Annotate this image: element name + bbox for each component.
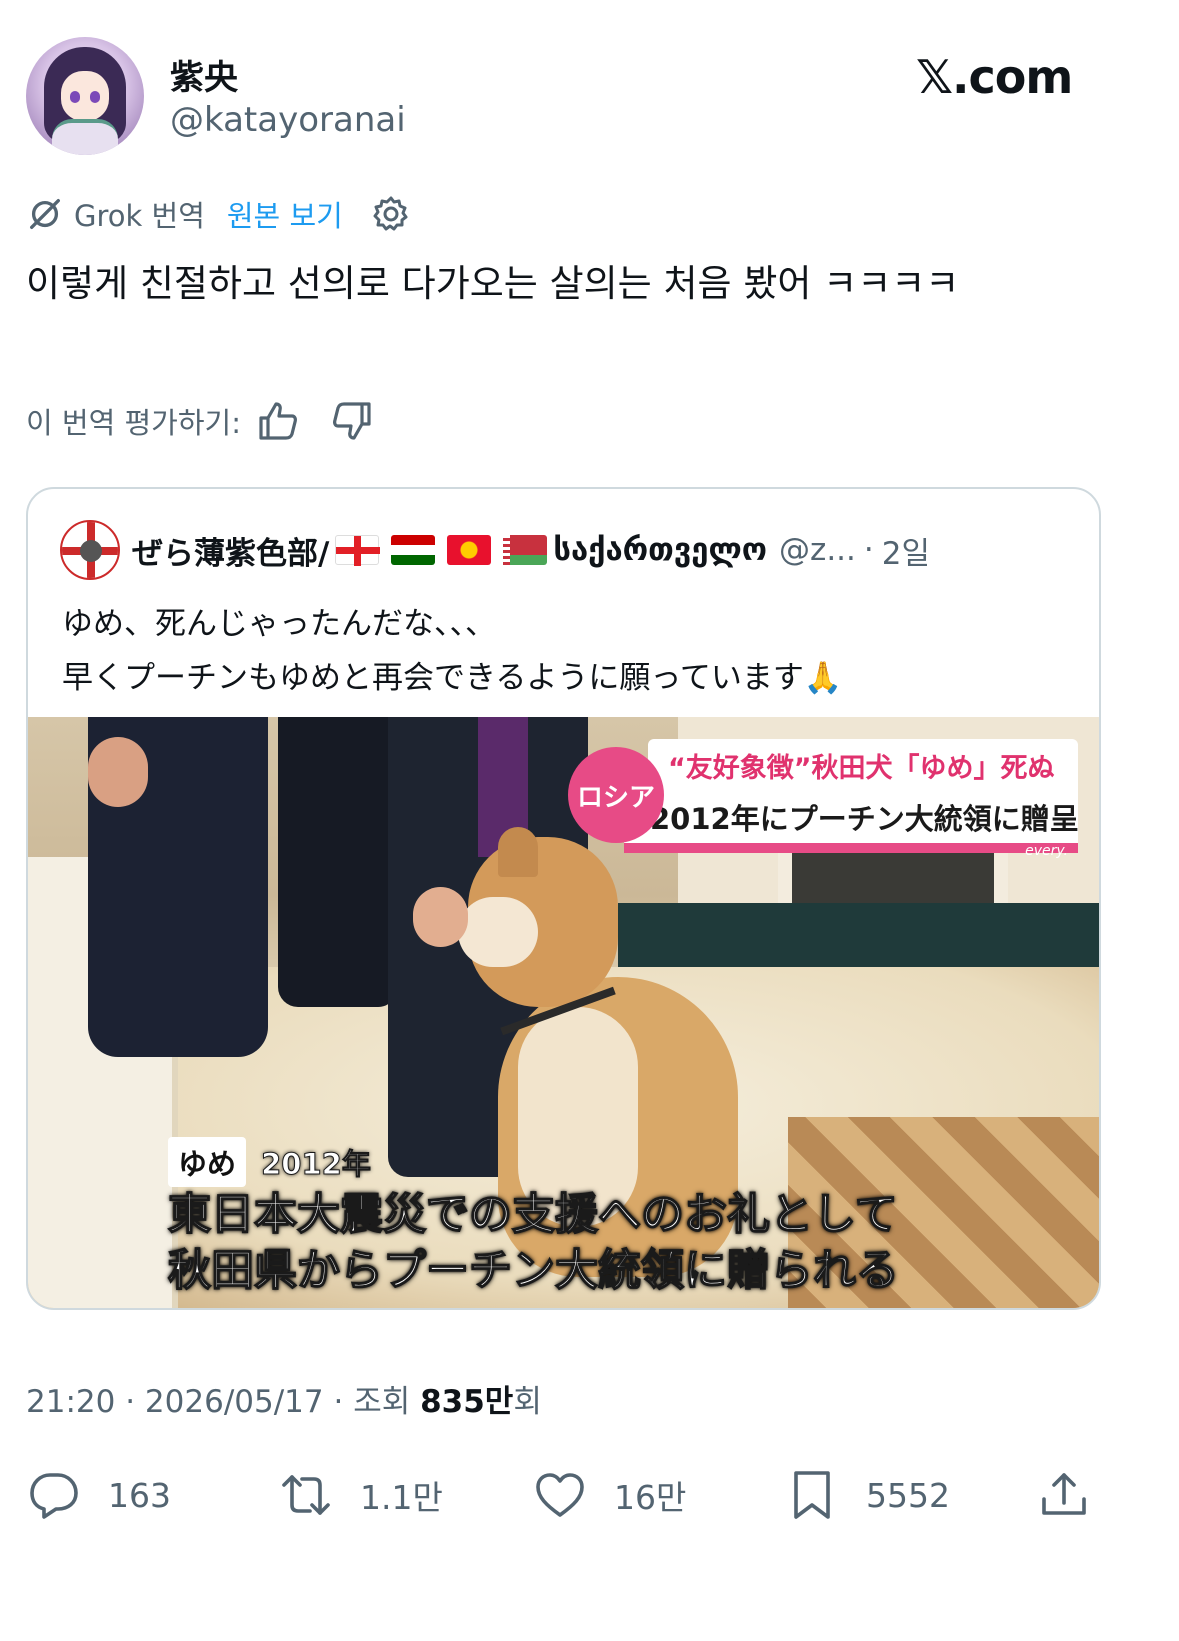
author-avatar[interactable] xyxy=(26,37,144,155)
like-button[interactable]: 16만 xyxy=(532,1455,686,1535)
quoted-author-avatar[interactable] xyxy=(60,520,120,580)
separator: · xyxy=(863,532,874,568)
bookmark-icon xyxy=(794,1471,830,1519)
reply-count: 163 xyxy=(108,1475,171,1515)
quoted-text-line-2: 早くプーチンもゆめと再会できるように願っています🙏 xyxy=(62,660,843,696)
views-label: 조회 xyxy=(353,1384,411,1420)
kyrgyzstan-flag xyxy=(447,535,492,565)
rate-translation: 이 번역 평가하기: xyxy=(26,396,403,446)
repost-icon xyxy=(282,1475,330,1515)
views-count: 835만 xyxy=(420,1384,514,1420)
news-brand: every. xyxy=(1025,843,1068,859)
quoted-text-line-1: ゆめ、死んじゃったんだな、、、 xyxy=(62,606,496,642)
caption-line-1: 東日本大震災での支援へのお礼として xyxy=(167,1189,898,1241)
thumbs-down-icon[interactable] xyxy=(329,398,375,444)
repost-count: 1.1만 xyxy=(360,1478,443,1517)
like-icon xyxy=(536,1473,584,1517)
belarus-flag xyxy=(503,535,548,565)
news-banner-tag: ロシア xyxy=(568,747,664,843)
news-caption: ゆめ 2012年 東日本大震災での支援へのお礼として 秋田県からプーチン大統領に… xyxy=(167,1137,900,1299)
caption-year: 2012年 xyxy=(261,1147,372,1182)
tweet-date[interactable]: 2026/05/17 xyxy=(145,1384,324,1420)
gear-icon[interactable] xyxy=(369,192,413,236)
quoted-tweet-header: ぜら薄紫色部/ საქართველო @z... · 2일 xyxy=(60,519,930,581)
quoted-tweet[interactable]: ぜら薄紫色部/ საქართველო @z... · 2일 ゆめ、死んじゃったん… xyxy=(26,487,1101,1310)
translation-provider-label: Grok 번역 xyxy=(74,199,205,233)
separator: · xyxy=(125,1384,136,1420)
caption-tag: ゆめ xyxy=(168,1137,247,1187)
tweet-text: 이렇게 친절하고 선의로 다가오는 살의는 처음 봤어 ㅋㅋㅋㅋ xyxy=(26,262,960,305)
reply-icon xyxy=(30,1473,78,1519)
quoted-author-script-name[interactable]: საქართველო xyxy=(553,532,767,568)
news-banner-headline: “友好象徴”秋田犬「ゆめ」死ぬ xyxy=(648,739,1078,791)
reply-button[interactable]: 163 xyxy=(26,1455,171,1535)
share-button[interactable] xyxy=(1036,1455,1092,1535)
tweet-time[interactable]: 21:20 xyxy=(26,1384,115,1420)
news-banner: “友好象徴”秋田犬「ゆめ」死ぬ 2012年にプーチン大統領に贈呈 ロシア eve… xyxy=(568,739,1079,859)
news-banner-subheadline: 2012年にプーチン大統領に贈呈 xyxy=(624,791,1079,853)
tweet-meta: 21:20 · 2026/05/17 · 조회 835만회 xyxy=(26,1376,542,1421)
quoted-tweet-text: ゆめ、死んじゃったんだな、、、 早くプーチンもゆめと再会できるように願っています… xyxy=(62,597,1072,705)
tweet-actions: 163 1.1만 16만 5552 xyxy=(0,1455,1179,1535)
georgia-flag xyxy=(335,535,381,566)
tweet-header: 紫央 @katayoranai 𝕏.com xyxy=(0,0,1179,170)
bookmark-button[interactable]: 5552 xyxy=(784,1455,950,1535)
bookmark-count: 5552 xyxy=(866,1475,950,1515)
quoted-tweet-time[interactable]: 2일 xyxy=(882,528,930,573)
author-display-name[interactable]: 紫央 xyxy=(170,50,238,99)
translation-bar: Grok 번역 원본 보기 xyxy=(26,192,413,236)
repost-button[interactable]: 1.1만 xyxy=(278,1455,443,1535)
quoted-tweet-image[interactable]: “友好象徴”秋田犬「ゆめ」死ぬ 2012年にプーチン大統領に贈呈 ロシア eve… xyxy=(28,717,1099,1308)
separator: · xyxy=(333,1384,344,1420)
share-icon xyxy=(1042,1473,1086,1515)
rate-translation-label: 이 번역 평가하기: xyxy=(26,406,241,440)
thumbs-up-icon[interactable] xyxy=(255,398,301,444)
view-original-link[interactable]: 원본 보기 xyxy=(227,193,343,235)
grok-icon xyxy=(30,199,60,229)
quoted-author-name[interactable]: ぜら薄紫色部/ xyxy=(132,528,329,573)
like-count: 16만 xyxy=(614,1478,687,1517)
x-logo: 𝕏.com xyxy=(916,50,1073,104)
author-handle[interactable]: @katayoranai xyxy=(170,100,406,140)
tajikistan-flag xyxy=(391,535,436,565)
quoted-author-handle[interactable]: @z... xyxy=(779,532,856,568)
caption-line-2: 秋田県からプーチン大統領に贈られる xyxy=(167,1245,900,1297)
views-suffix: 회 xyxy=(513,1384,542,1420)
